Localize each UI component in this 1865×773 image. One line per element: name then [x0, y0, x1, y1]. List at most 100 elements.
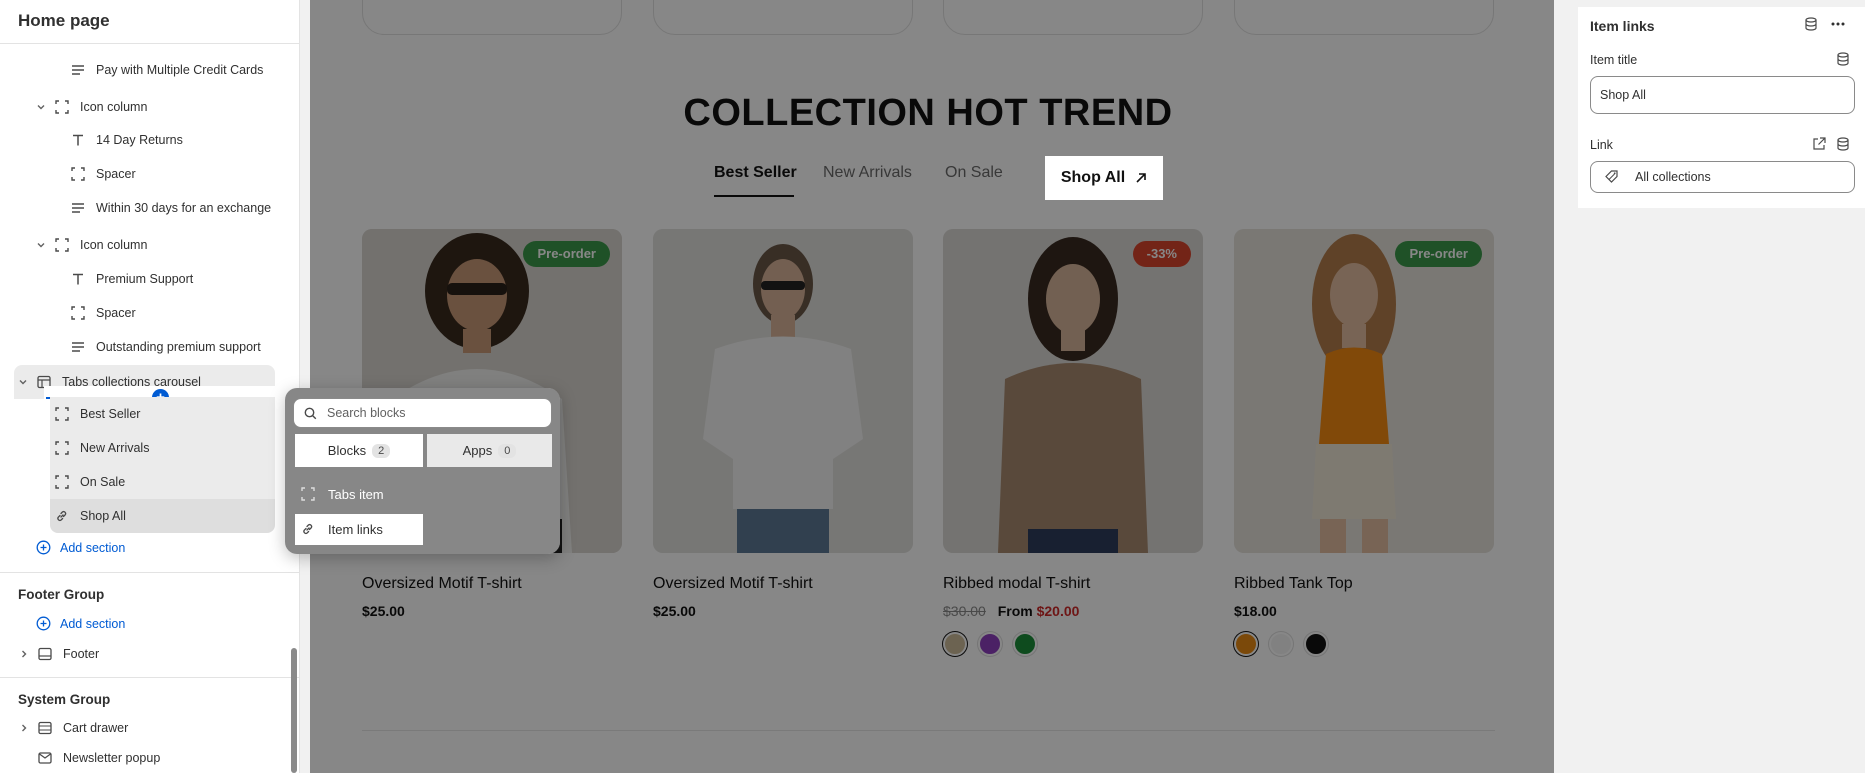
price-prefix: From [997, 603, 1033, 619]
block-option-tabs-item[interactable]: Tabs item [295, 479, 550, 510]
arrow-up-right-icon [1136, 173, 1146, 183]
system-group-title: System Group [18, 692, 111, 707]
chevron-down-icon[interactable] [16, 375, 30, 389]
chevron-down-icon[interactable] [34, 238, 48, 252]
product-name[interactable]: Oversized Motif T-shirt [653, 575, 913, 593]
tree-label: New Arrivals [80, 441, 150, 455]
tree-label: Outstanding premium support [96, 340, 261, 354]
database-icon[interactable] [1836, 137, 1850, 151]
text-t-icon [70, 132, 86, 148]
product-card[interactable]: -33% Ribbed modal T-shirt $30.00 From $2… [943, 229, 1203, 656]
tab-best-seller[interactable]: Best Seller [714, 164, 797, 182]
page-title: Home page [18, 11, 110, 30]
color-swatch[interactable] [978, 632, 1002, 656]
tree-block-icon-column-1[interactable]: Icon column [34, 90, 147, 124]
add-section-label: Add section [60, 617, 126, 631]
tab-label: Blocks [327, 443, 367, 458]
tree-block-outstanding-premium-support[interactable]: Outstanding premium support [70, 330, 261, 364]
tree-block-within-30-days[interactable]: Within 30 days for an exchange [70, 191, 271, 225]
previous-section-card [653, 0, 913, 35]
tree-block-spacer-1[interactable]: Spacer [70, 157, 136, 191]
plus-circle-icon [36, 616, 52, 632]
tree-block-on-sale[interactable]: On Sale [50, 465, 275, 499]
chevron-right-icon[interactable] [17, 647, 31, 661]
tree-block-14-day-returns[interactable]: 14 Day Returns [70, 123, 183, 157]
external-link-icon[interactable] [1812, 137, 1826, 151]
tree-label: Cart drawer [63, 721, 129, 735]
color-swatch[interactable] [1269, 632, 1293, 656]
tab-on-sale[interactable]: On Sale [945, 164, 1003, 182]
tree-label: Within 30 days for an exchange [96, 201, 272, 215]
block-frame-icon [54, 474, 70, 490]
divider [0, 677, 300, 678]
product-image[interactable] [653, 229, 913, 553]
block-frame-icon [301, 486, 317, 503]
tab-count: 0 [498, 443, 517, 458]
product-card[interactable]: Oversized Motif T-shirt $25.00 [653, 229, 913, 619]
tree-block-icon-column-2[interactable]: Icon column [34, 228, 147, 262]
tree-section-cart-drawer[interactable]: Cart drawer [17, 711, 128, 745]
shop-all-highlight[interactable]: Shop All [1045, 156, 1163, 200]
color-swatch[interactable] [1304, 632, 1328, 656]
tab-blocks[interactable]: Blocks 2 [295, 434, 423, 467]
tree-label: Icon column [80, 100, 148, 114]
product-name[interactable]: Ribbed modal T-shirt [943, 575, 1203, 593]
item-links-settings-card: Item links Item title Link All collectio… [1578, 7, 1865, 208]
chevron-right-icon[interactable] [17, 721, 31, 735]
product-price: $30.00 From $20.00 [943, 603, 1203, 619]
more-horizontal-icon[interactable] [1830, 17, 1846, 31]
text-lines-icon [70, 339, 86, 355]
sidebar-scrollbar[interactable] [291, 648, 297, 773]
product-price: $18.00 [1234, 603, 1277, 619]
tree-label: Newsletter popup [63, 751, 161, 765]
search-blocks-field[interactable] [293, 398, 552, 428]
color-swatch[interactable] [1234, 632, 1258, 656]
compare-at-price: $30.00 [943, 603, 986, 619]
block-frame-icon [70, 166, 86, 182]
color-swatches [943, 632, 1203, 656]
tree-section-footer[interactable]: Footer [17, 637, 99, 671]
tree-section-newsletter-popup[interactable]: Newsletter popup [33, 741, 160, 773]
block-frame-icon [54, 237, 70, 253]
item-title-input[interactable] [1590, 76, 1855, 114]
color-swatch[interactable] [1013, 632, 1037, 656]
link-label: Link [1590, 138, 1613, 152]
tree-block-pay-with-multiple-credit-cards[interactable]: Pay with Multiple Credit Cards [70, 53, 263, 87]
block-option-item-links[interactable]: Item links [295, 514, 423, 545]
product-card[interactable]: Pre-order Ribbed Tank Top $18.00 [1234, 229, 1494, 656]
tree-block-best-seller[interactable]: Best Seller [50, 397, 275, 431]
preview-canvas: COLLECTION HOT TREND Best Seller New Arr… [310, 0, 1554, 773]
text-lines-icon [70, 62, 86, 78]
product-badge: -33% [1132, 241, 1191, 267]
database-icon[interactable] [1804, 17, 1818, 31]
add-section-button[interactable]: Add section [36, 540, 125, 556]
product-name[interactable]: Oversized Motif T-shirt [362, 575, 622, 593]
tab-count: 2 [372, 443, 391, 458]
tab-new-arrivals[interactable]: New Arrivals [823, 164, 912, 182]
color-swatches [1234, 632, 1494, 656]
settings-panel: Item links Item title Link All collectio… [1570, 0, 1865, 773]
product-image[interactable]: Pre-order [1234, 229, 1494, 553]
footer-add-section-button[interactable]: Add section [36, 616, 125, 632]
color-swatch[interactable] [943, 632, 967, 656]
sale-price: $20.00 [1036, 603, 1080, 619]
database-icon[interactable] [1836, 52, 1850, 66]
tree-block-spacer-2[interactable]: Spacer [70, 296, 136, 330]
block-frame-icon [54, 99, 70, 115]
chevron-down-icon[interactable] [34, 100, 48, 114]
previous-section-card [362, 0, 622, 35]
tree-block-shop-all[interactable]: Shop All [50, 499, 275, 533]
add-section-label: Add section [60, 541, 126, 555]
product-name[interactable]: Ribbed Tank Top [1234, 575, 1494, 593]
link-icon [54, 508, 70, 524]
tab-apps[interactable]: Apps 0 [427, 434, 552, 467]
tree-label: Footer [63, 647, 100, 661]
tree-block-new-arrivals[interactable]: New Arrivals [50, 431, 275, 465]
tree-label: Shop All [80, 509, 126, 523]
block-frame-icon [54, 406, 70, 422]
product-image[interactable]: -33% [943, 229, 1203, 553]
link-picker-field[interactable]: All collections [1590, 161, 1855, 193]
search-blocks-input[interactable] [327, 406, 527, 420]
envelope-icon [37, 750, 53, 766]
tree-block-premium-support[interactable]: Premium Support [70, 262, 193, 296]
